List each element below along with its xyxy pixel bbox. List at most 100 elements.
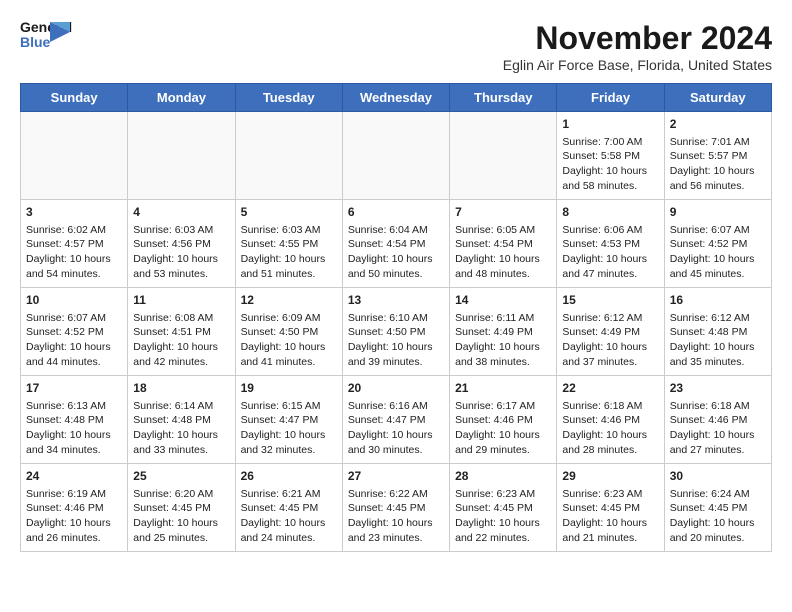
day-number: 2 bbox=[670, 116, 766, 133]
calendar-cell: 3Sunrise: 6:02 AMSunset: 4:57 PMDaylight… bbox=[21, 200, 128, 288]
calendar-cell: 16Sunrise: 6:12 AMSunset: 4:48 PMDayligh… bbox=[664, 288, 771, 376]
page-header: General Blue November 2024 Eglin Air For… bbox=[20, 20, 772, 73]
sunrise-text: Sunrise: 6:24 AM bbox=[670, 488, 750, 500]
header-row: Sunday Monday Tuesday Wednesday Thursday… bbox=[21, 84, 772, 112]
calendar-week-1: 1Sunrise: 7:00 AMSunset: 5:58 PMDaylight… bbox=[21, 112, 772, 200]
col-tuesday: Tuesday bbox=[235, 84, 342, 112]
day-number: 9 bbox=[670, 204, 766, 221]
day-number: 3 bbox=[26, 204, 122, 221]
day-number: 21 bbox=[455, 380, 551, 397]
daylight-text: Daylight: 10 hours and 51 minutes. bbox=[241, 253, 326, 280]
sunrise-text: Sunrise: 6:07 AM bbox=[670, 224, 750, 236]
sunset-text: Sunset: 4:49 PM bbox=[562, 326, 640, 338]
daylight-text: Daylight: 10 hours and 44 minutes. bbox=[26, 341, 111, 368]
day-number: 23 bbox=[670, 380, 766, 397]
day-number: 5 bbox=[241, 204, 337, 221]
calendar-cell: 4 Sunrise: 6:03 AM Sunset: 4:56 PM Daylight… bbox=[128, 200, 235, 288]
location-subtitle: Eglin Air Force Base, Florida, United St… bbox=[503, 57, 772, 73]
sunset-text: Sunset: 5:57 PM bbox=[670, 150, 748, 162]
day-number: 24 bbox=[26, 468, 122, 485]
calendar-cell: 9 Sunrise: 6:07 AM Sunset: 4:52 PM Daylight… bbox=[664, 200, 771, 288]
sunrise-text: Sunrise: 6:13 AM bbox=[26, 400, 106, 412]
sunrise-text: Sunrise: 6:18 AM bbox=[670, 400, 750, 412]
sunrise-text: Sunrise: 6:09 AM bbox=[241, 312, 321, 324]
day-number: 26 bbox=[241, 468, 337, 485]
sunrise-text: Sunrise: 6:18 AM bbox=[562, 400, 642, 412]
sunset-text: Sunset: 4:45 PM bbox=[562, 502, 640, 514]
daylight-text: Daylight: 10 hours and 33 minutes. bbox=[133, 429, 218, 456]
calendar-cell: 8Sunrise: 6:06 AMSunset: 4:53 PMDaylight… bbox=[557, 200, 664, 288]
sunset-text: Sunset: 4:45 PM bbox=[455, 502, 533, 514]
sunset-text: Sunset: 4:56 PM bbox=[133, 238, 211, 250]
daylight-text: Daylight: 10 hours and 48 minutes. bbox=[455, 253, 540, 280]
daylight-text: Daylight: 10 hours and 28 minutes. bbox=[562, 429, 647, 456]
calendar-cell: 5Sunrise: 6:03 AMSunset: 4:55 PMDaylight… bbox=[235, 200, 342, 288]
sunrise-text: Sunrise: 6:15 AM bbox=[241, 400, 321, 412]
sunrise-text: Sunrise: 6:17 AM bbox=[455, 400, 535, 412]
sunrise-text: Sunrise: 6:04 AM bbox=[348, 224, 428, 236]
day-number: 4 bbox=[133, 204, 229, 221]
calendar-cell: 29Sunrise: 6:23 AMSunset: 4:45 PMDayligh… bbox=[557, 464, 664, 552]
daylight-text: Daylight: 10 hours and 32 minutes. bbox=[241, 429, 326, 456]
calendar-cell: 23Sunrise: 6:18 AMSunset: 4:46 PMDayligh… bbox=[664, 376, 771, 464]
sunset-text: Sunset: 4:47 PM bbox=[241, 414, 319, 426]
calendar-table: Sunday Monday Tuesday Wednesday Thursday… bbox=[20, 83, 772, 552]
calendar-cell: 20Sunrise: 6:16 AMSunset: 4:47 PMDayligh… bbox=[342, 376, 449, 464]
calendar-cell: 7Sunrise: 6:05 AMSunset: 4:54 PMDaylight… bbox=[450, 200, 557, 288]
daylight-text: Daylight: 10 hours and 45 minutes. bbox=[670, 253, 755, 280]
sunset-text: Sunset: 4:46 PM bbox=[455, 414, 533, 426]
col-saturday: Saturday bbox=[664, 84, 771, 112]
calendar-cell: 2Sunrise: 7:01 AMSunset: 5:57 PMDaylight… bbox=[664, 112, 771, 200]
calendar-cell bbox=[450, 112, 557, 200]
daylight-text: Daylight: 10 hours and 34 minutes. bbox=[26, 429, 111, 456]
sunrise-text: Sunrise: 6:11 AM bbox=[455, 312, 534, 324]
calendar-cell: 30Sunrise: 6:24 AMSunset: 4:45 PMDayligh… bbox=[664, 464, 771, 552]
daylight-text: Daylight: 10 hours and 25 minutes. bbox=[133, 517, 218, 544]
title-area: November 2024 Eglin Air Force Base, Flor… bbox=[503, 20, 772, 73]
col-sunday: Sunday bbox=[21, 84, 128, 112]
day-number: 25 bbox=[133, 468, 229, 485]
sunset-text: Sunset: 4:48 PM bbox=[133, 414, 211, 426]
day-number: 17 bbox=[26, 380, 122, 397]
sunrise-text: Sunrise: 6:23 AM bbox=[455, 488, 535, 500]
day-number: 28 bbox=[455, 468, 551, 485]
daylight-text: Daylight: 10 hours and 30 minutes. bbox=[348, 429, 433, 456]
daylight-text: Daylight: 10 hours and 39 minutes. bbox=[348, 341, 433, 368]
sunrise-text: Sunrise: 6:03 AM bbox=[133, 224, 213, 236]
sunrise-text: Sunrise: 6:23 AM bbox=[562, 488, 642, 500]
calendar-cell: 26Sunrise: 6:21 AMSunset: 4:45 PMDayligh… bbox=[235, 464, 342, 552]
calendar-week-2: 3Sunrise: 6:02 AMSunset: 4:57 PMDaylight… bbox=[21, 200, 772, 288]
day-number: 18 bbox=[133, 380, 229, 397]
sunset-text: Sunset: 4:55 PM bbox=[241, 238, 319, 250]
sunset-text: Sunset: 4:45 PM bbox=[670, 502, 748, 514]
daylight-text: Daylight: 10 hours and 21 minutes. bbox=[562, 517, 647, 544]
calendar-cell: 1Sunrise: 7:00 AMSunset: 5:58 PMDaylight… bbox=[557, 112, 664, 200]
daylight-text: Daylight: 10 hours and 37 minutes. bbox=[562, 341, 647, 368]
sunset-text: Sunset: 4:52 PM bbox=[670, 238, 748, 250]
calendar-cell: 6Sunrise: 6:04 AMSunset: 4:54 PMDaylight… bbox=[342, 200, 449, 288]
daylight-text: Daylight: 10 hours and 54 minutes. bbox=[26, 253, 111, 280]
daylight-text: Daylight: 10 hours and 53 minutes. bbox=[133, 253, 218, 280]
sunset-text: Sunset: 4:46 PM bbox=[670, 414, 748, 426]
sunset-text: Sunset: 4:49 PM bbox=[455, 326, 533, 338]
daylight-text: Daylight: 10 hours and 29 minutes. bbox=[455, 429, 540, 456]
sunrise-text: Sunrise: 6:21 AM bbox=[241, 488, 321, 500]
sunset-text: Sunset: 4:46 PM bbox=[562, 414, 640, 426]
sunset-text: Sunset: 4:46 PM bbox=[26, 502, 104, 514]
sunset-text: Sunset: 4:50 PM bbox=[241, 326, 319, 338]
sunset-text: Sunset: 4:52 PM bbox=[26, 326, 104, 338]
col-wednesday: Wednesday bbox=[342, 84, 449, 112]
sunset-text: Sunset: 4:48 PM bbox=[670, 326, 748, 338]
calendar-cell: 17Sunrise: 6:13 AMSunset: 4:48 PMDayligh… bbox=[21, 376, 128, 464]
sunset-text: Sunset: 4:50 PM bbox=[348, 326, 426, 338]
calendar-week-3: 10Sunrise: 6:07 AMSunset: 4:52 PMDayligh… bbox=[21, 288, 772, 376]
day-number: 16 bbox=[670, 292, 766, 309]
daylight-text: Daylight: 10 hours and 23 minutes. bbox=[348, 517, 433, 544]
daylight-text: Daylight: 10 hours and 47 minutes. bbox=[562, 253, 647, 280]
calendar-cell: 11Sunrise: 6:08 AMSunset: 4:51 PMDayligh… bbox=[128, 288, 235, 376]
day-number: 12 bbox=[241, 292, 337, 309]
sunrise-text: Sunrise: 6:20 AM bbox=[133, 488, 213, 500]
daylight-text: Daylight: 10 hours and 20 minutes. bbox=[670, 517, 755, 544]
sunrise-text: Sunrise: 7:00 AM bbox=[562, 136, 642, 148]
day-number: 8 bbox=[562, 204, 658, 221]
